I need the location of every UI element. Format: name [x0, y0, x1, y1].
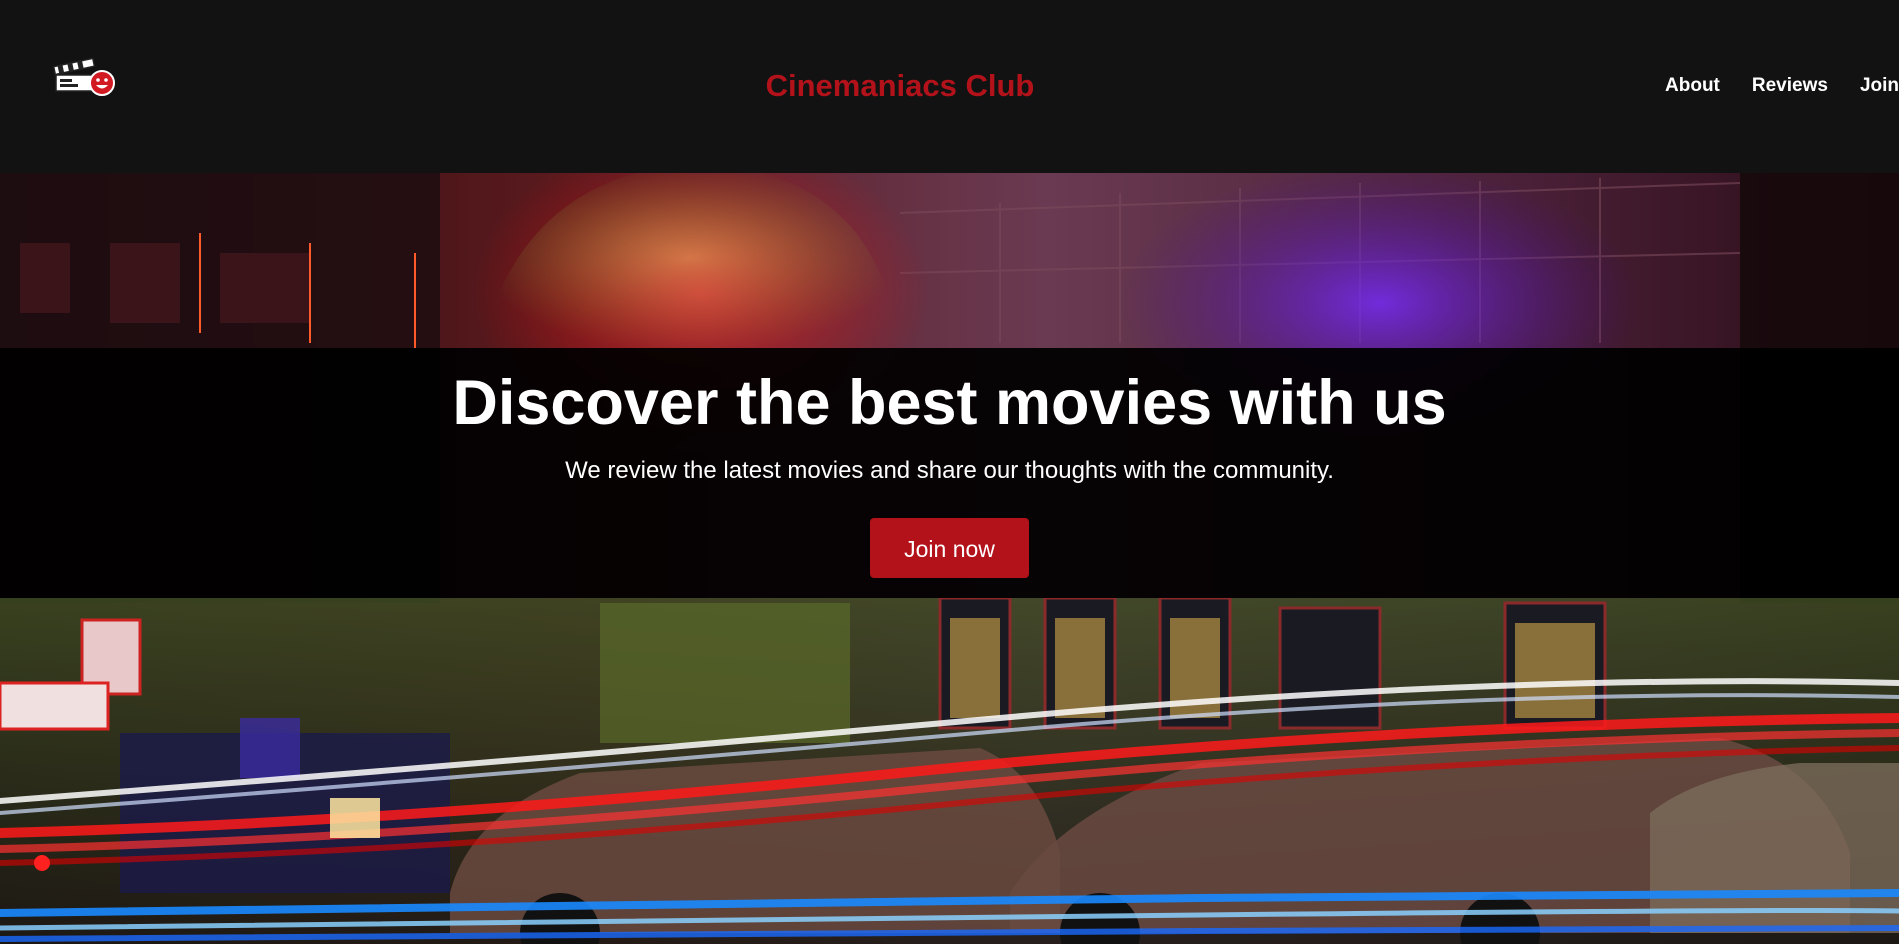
- nav-join-link[interactable]: Join: [1860, 74, 1899, 98]
- nav-about-link[interactable]: About: [1665, 74, 1720, 98]
- hero-subheadline: We review the latest movies and share ou…: [565, 457, 1334, 484]
- site-header: Cinemaniacs Club About Reviews Join: [0, 0, 1899, 173]
- hero-headline: Discover the best movies with us: [452, 368, 1447, 438]
- join-now-button[interactable]: Join now: [870, 518, 1029, 578]
- main-nav: About Reviews Join: [1633, 74, 1899, 98]
- hero-section: Discover the best movies with us We revi…: [0, 173, 1899, 944]
- site-title[interactable]: Cinemaniacs Club: [0, 68, 1800, 104]
- nav-reviews-link[interactable]: Reviews: [1752, 74, 1828, 98]
